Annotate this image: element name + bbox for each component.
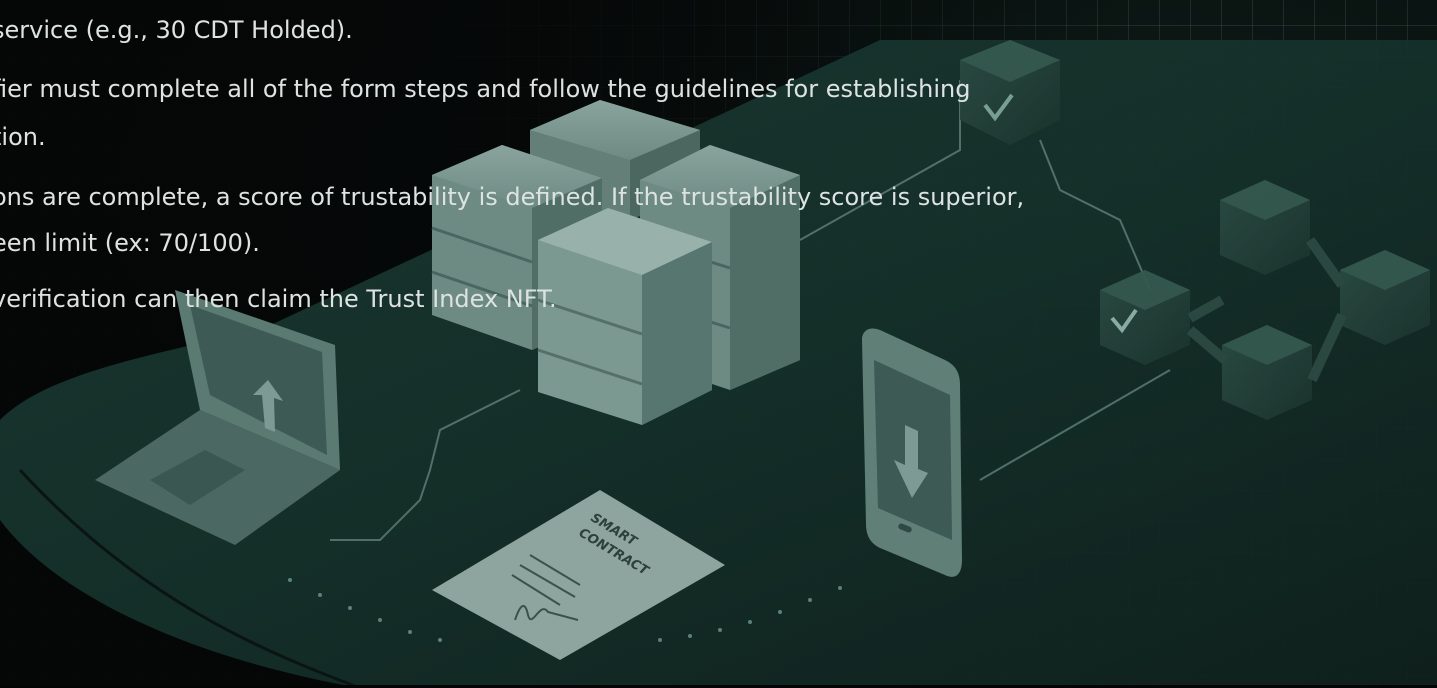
paragraph-form-steps-line2: tion.	[0, 123, 46, 151]
paragraph-trustability-line1: ons are complete, a score of trustabilit…	[0, 183, 1025, 211]
paragraph-form-steps-line1: fier must complete all of the form steps…	[0, 75, 971, 103]
paragraph-claim-nft: verification can then claim the Trust In…	[0, 285, 557, 313]
illustration-stage: SMART CONTRACT service (e.g., 30 CDT Hol…	[0, 0, 1437, 688]
paragraph-trustability-line2: een limit (ex: 70/100).	[0, 229, 260, 257]
phone-download-icon	[862, 328, 962, 577]
paragraph-holding-service: service (e.g., 30 CDT Holded).	[0, 16, 353, 44]
